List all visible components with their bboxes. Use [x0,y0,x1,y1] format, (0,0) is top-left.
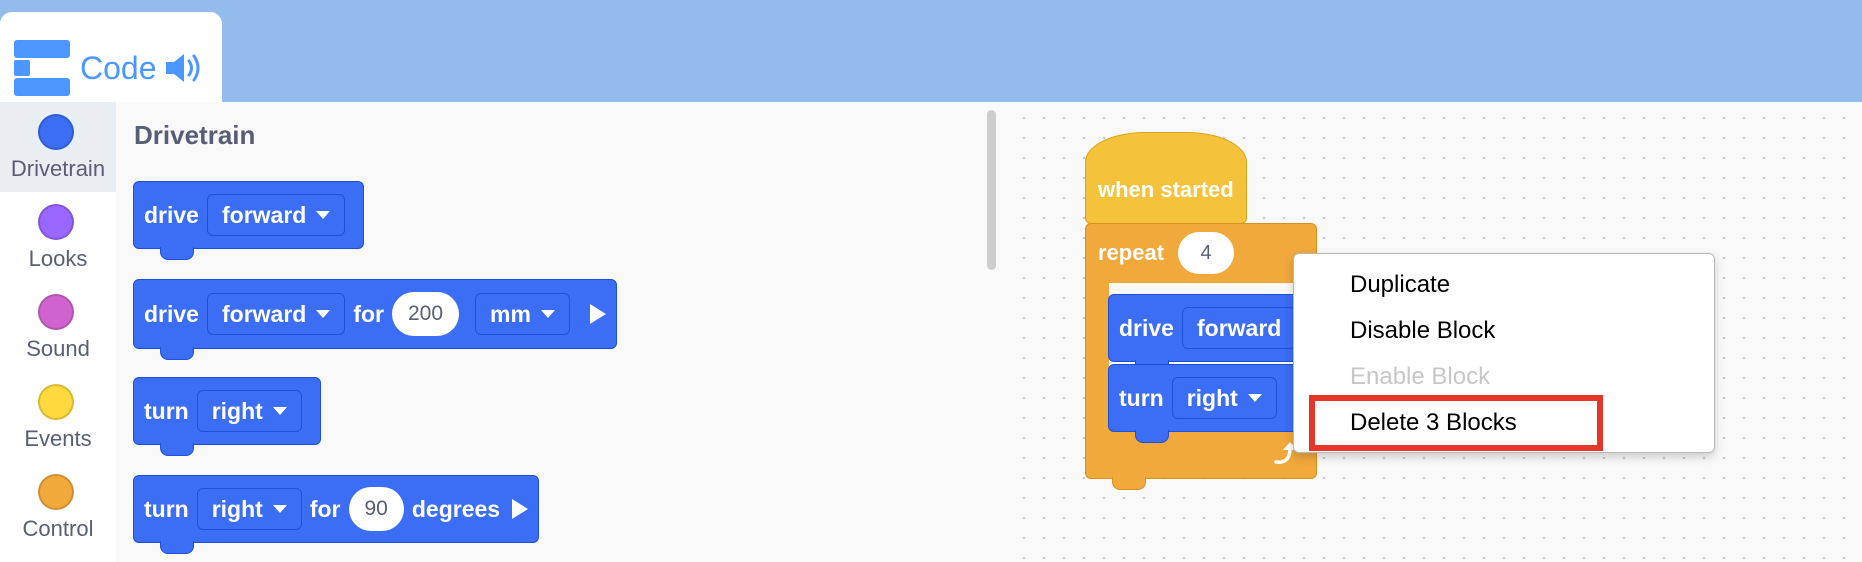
play-icon[interactable] [589,304,606,324]
category-events[interactable]: Events [0,372,116,462]
dropdown-caret-icon [540,310,555,318]
control-color-dot [38,474,74,510]
category-drivetrain[interactable]: Drivetrain [0,102,116,192]
distance-input[interactable]: 200 [392,292,460,336]
dropdown-value: mm [490,300,531,327]
dropdown-caret-icon [316,310,331,318]
direction-dropdown[interactable]: forward [1181,307,1297,349]
block-verb: drive [1119,314,1174,341]
drivetrain-color-dot [38,114,74,150]
events-color-dot [38,384,74,420]
code-tab[interactable]: Code [0,12,222,104]
menu-item-disable-block[interactable]: Disable Block [1350,316,1495,346]
turn-for-block[interactable]: turn right for 90 degrees [133,475,540,554]
dropdown-caret-icon [272,505,287,513]
category-sound[interactable]: Sound [0,282,116,372]
direction-dropdown[interactable]: right [196,488,302,530]
code-blocks-icon [14,40,70,96]
dropdown-value: forward [1196,314,1282,341]
when-started-block[interactable]: when started [1085,132,1247,224]
dropdown-value: right [1186,384,1238,411]
dropdown-caret-icon [1247,394,1262,402]
direction-dropdown[interactable]: forward [206,293,346,335]
flyout-title: Drivetrain [134,120,256,150]
unit-label: degrees [411,495,501,522]
category-label: Looks [28,246,88,271]
category-looks[interactable]: Looks [0,192,116,282]
category-control[interactable]: Control [0,462,116,552]
direction-dropdown[interactable]: right [196,390,302,432]
for-label: for [309,495,341,522]
repeat-block-arm [1085,281,1109,423]
turn-block[interactable]: turn right [1108,364,1308,443]
repeat-block-top: repeat 4 [1085,223,1317,283]
category-label: Events [24,426,92,451]
drive-block[interactable]: drive forward [133,181,365,260]
drive-for-block[interactable]: drive forward for 200 mm [133,279,617,360]
dropdown-value: right [211,397,263,424]
dropdown-value: right [211,495,263,522]
repeat-label: repeat [1098,240,1165,265]
hat-label: when started [1098,177,1234,202]
category-sidebar: Drivetrain Looks Sound Events Control [0,102,116,562]
block-verb: turn [144,397,189,424]
speaker-icon[interactable] [164,50,204,86]
turn-block[interactable]: turn right [133,377,321,456]
for-label: for [353,300,384,327]
unit-dropdown[interactable]: mm [475,293,570,335]
block-verb: turn [1119,384,1164,411]
menu-item-duplicate[interactable]: Duplicate [1350,270,1450,300]
dropdown-value: forward [221,300,307,327]
block-verb: drive [144,300,199,327]
dropdown-caret-icon [316,211,331,219]
direction-dropdown[interactable]: forward [206,194,346,236]
dropdown-value: forward [221,201,307,228]
block-verb: drive [144,201,199,228]
top-bar [0,0,1862,102]
code-tab-label: Code [80,50,157,86]
sound-color-dot [38,294,74,330]
menu-item-enable-block: Enable Block [1350,363,1491,390]
block-verb: turn [144,495,189,522]
degrees-input[interactable]: 90 [348,487,404,531]
dropdown-caret-icon [272,407,287,415]
flyout-scrollbar[interactable] [987,110,996,270]
play-icon[interactable] [512,499,529,519]
category-label: Control [22,516,94,541]
direction-dropdown[interactable]: right [1171,377,1277,419]
category-label: Drivetrain [10,156,106,181]
highlight-box [1309,395,1603,451]
repeat-count-input[interactable]: 4 [1178,232,1234,274]
category-label: Sound [26,336,90,361]
looks-color-dot [38,204,74,240]
